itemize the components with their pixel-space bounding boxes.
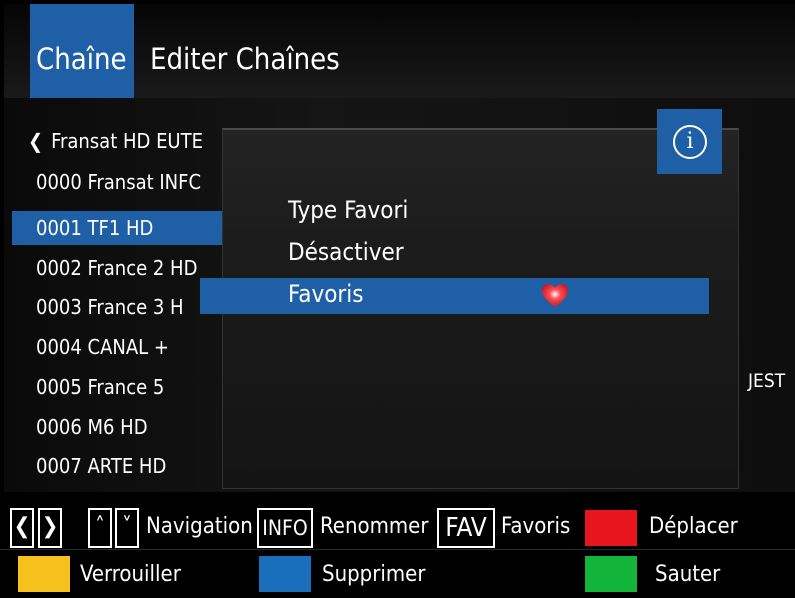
arrow-left-key-icon: ❮ [10, 508, 34, 548]
delete-label: Supprimer [322, 562, 426, 587]
skip-label: Sauter [655, 562, 721, 587]
move-label: Déplacer [649, 514, 738, 539]
nav-label: Navigation [146, 514, 253, 539]
info-icon: i [673, 125, 707, 159]
menu-item-type-favori[interactable]: Type Favori [288, 196, 408, 224]
channel-row-selected[interactable]: 0001 TF1 HD [12, 211, 222, 245]
red-key-icon [585, 510, 637, 546]
header-bar: Chaîne Editer Chaînes [4, 4, 795, 98]
blue-key-icon [259, 556, 311, 592]
menu-item-favoris[interactable]: Favoris [288, 280, 364, 308]
side-text: JEST [748, 370, 786, 392]
tab-chaine[interactable]: Chaîne [30, 4, 134, 98]
lock-label: Verrouiller [80, 562, 181, 587]
tab-chaine-label: Chaîne [36, 42, 127, 76]
arrow-right-key-icon: ❯ [38, 508, 62, 548]
page-title: Editer Chaînes [150, 42, 340, 76]
info-button[interactable]: i [657, 109, 722, 174]
menu-item-desactiver[interactable]: Désactiver [288, 238, 404, 266]
green-key-icon [585, 556, 637, 592]
arrow-down-key-icon: ˅ [115, 508, 139, 548]
yellow-key-icon [18, 556, 70, 592]
arrow-up-key-icon: ˄ [88, 508, 112, 548]
chevron-left-icon: ❮ [28, 129, 44, 153]
fav-key-icon: FAV [437, 508, 495, 548]
footer-divider [0, 549, 795, 550]
heart-icon [542, 284, 568, 307]
screen: Chaîne Editer Chaînes JEST ❮ Fransat HD E… [0, 0, 795, 598]
menu-item-favoris-highlight[interactable] [200, 278, 709, 314]
satellite-name: Fransat HD EUTE [51, 129, 203, 153]
rename-label: Renommer [320, 514, 429, 539]
fav-label: Favoris [501, 514, 571, 539]
info-key-icon: INFO [257, 508, 313, 548]
